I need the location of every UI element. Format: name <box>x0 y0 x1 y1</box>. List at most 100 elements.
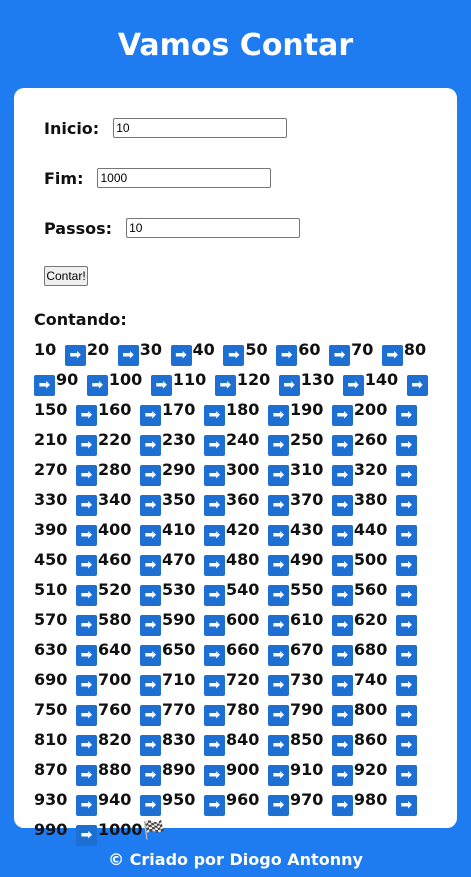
fim-input[interactable] <box>97 168 272 188</box>
arrow-right-icon: ➡ <box>75 525 97 546</box>
footer-credit: © Criado por Diogo Antonny <box>108 850 363 869</box>
count-value: 890 <box>161 760 196 779</box>
count-value: 30 <box>139 340 162 359</box>
arrow-right-icon: ➡ <box>381 345 403 366</box>
count-value: 90 <box>56 370 79 389</box>
arrow-right-icon: ➡ <box>331 645 353 666</box>
count-value: 320 <box>353 460 388 479</box>
arrow-right-icon: ➡ <box>395 795 417 816</box>
arrow-right-icon: ➡ <box>203 615 225 636</box>
arrow-right-icon: ➡ <box>139 435 161 456</box>
arrow-right-icon: ➡ <box>203 495 225 516</box>
arrow-right-icon: ➡ <box>395 495 417 516</box>
count-value: 580 <box>97 610 132 629</box>
count-value: 100 <box>108 370 143 389</box>
arrow-right-icon: ➡ <box>170 345 192 366</box>
arrow-right-icon: ➡ <box>203 465 225 486</box>
arrow-right-icon: ➡ <box>329 345 351 366</box>
count-value: 380 <box>353 490 388 509</box>
count-value: 360 <box>225 490 260 509</box>
count-value: 870 <box>34 760 68 779</box>
arrow-right-icon: ➡ <box>75 705 97 726</box>
arrow-right-icon: ➡ <box>139 705 161 726</box>
count-value: 550 <box>289 580 324 599</box>
arrow-right-icon: ➡ <box>214 375 236 396</box>
contar-button[interactable]: Contar! <box>44 266 88 286</box>
arrow-right-icon: ➡ <box>75 585 97 606</box>
arrow-right-icon: ➡ <box>331 555 353 576</box>
count-value: 720 <box>225 670 260 689</box>
arrow-right-icon: ➡ <box>267 585 289 606</box>
count-value: 930 <box>34 790 68 809</box>
count-value: 570 <box>34 610 68 629</box>
arrow-right-icon: ➡ <box>331 795 353 816</box>
arrow-right-icon: ➡ <box>75 795 97 816</box>
arrow-right-icon: ➡ <box>395 675 417 696</box>
count-value: 860 <box>353 730 388 749</box>
count-value: 480 <box>225 550 260 569</box>
arrow-right-icon: ➡ <box>267 495 289 516</box>
count-value: 990 <box>34 820 68 839</box>
arrow-right-icon: ➡ <box>203 555 225 576</box>
count-value: 690 <box>34 670 68 689</box>
count-value: 540 <box>225 580 260 599</box>
arrow-right-icon: ➡ <box>75 495 97 516</box>
arrow-right-icon: ➡ <box>331 465 353 486</box>
arrow-right-icon: ➡ <box>342 375 364 396</box>
count-value: 560 <box>353 580 388 599</box>
arrow-right-icon: ➡ <box>331 735 353 756</box>
count-value: 940 <box>97 790 132 809</box>
count-value: 300 <box>225 460 260 479</box>
arrow-right-icon: ➡ <box>395 645 417 666</box>
fim-label: Fim: <box>44 168 84 188</box>
arrow-right-icon: ➡ <box>203 525 225 546</box>
arrow-right-icon: ➡ <box>75 435 97 456</box>
arrow-right-icon: ➡ <box>406 375 428 396</box>
arrow-right-icon: ➡ <box>267 435 289 456</box>
inicio-input[interactable] <box>113 118 288 138</box>
count-value: 370 <box>289 490 324 509</box>
count-value: 600 <box>225 610 260 629</box>
arrow-right-icon: ➡ <box>267 735 289 756</box>
arrow-right-icon: ➡ <box>223 345 245 366</box>
arrow-right-icon: ➡ <box>75 675 97 696</box>
arrow-right-icon: ➡ <box>117 345 139 366</box>
count-value: 590 <box>161 610 196 629</box>
result-title: Contando: <box>34 310 127 329</box>
count-value: 910 <box>289 760 324 779</box>
arrow-right-icon: ➡ <box>75 765 97 786</box>
count-value: 350 <box>161 490 196 509</box>
count-value: 800 <box>353 700 388 719</box>
count-value: 140 <box>364 370 399 389</box>
count-value: 490 <box>289 550 324 569</box>
arrow-right-icon: ➡ <box>203 675 225 696</box>
count-value: 670 <box>289 640 324 659</box>
arrow-right-icon: ➡ <box>276 345 298 366</box>
arrow-right-icon: ➡ <box>139 555 161 576</box>
arrow-right-icon: ➡ <box>395 735 417 756</box>
count-value: 780 <box>225 700 260 719</box>
arrow-right-icon: ➡ <box>267 405 289 426</box>
arrow-right-icon: ➡ <box>203 405 225 426</box>
passos-input[interactable] <box>126 218 301 238</box>
arrow-right-icon: ➡ <box>267 615 289 636</box>
arrow-right-icon: ➡ <box>34 375 55 396</box>
arrow-right-icon: ➡ <box>139 495 161 516</box>
count-value: 50 <box>245 340 268 359</box>
count-value: 190 <box>289 400 324 419</box>
count-value: 180 <box>225 400 260 419</box>
arrow-right-icon: ➡ <box>395 405 417 426</box>
arrow-right-icon: ➡ <box>331 525 353 546</box>
count-value: 210 <box>34 430 68 449</box>
count-value: 240 <box>225 430 260 449</box>
fim-row: Fim: <box>44 168 272 188</box>
count-value: 920 <box>353 760 388 779</box>
count-value: 110 <box>172 370 207 389</box>
page-title: Vamos Contar <box>117 28 354 63</box>
arrow-right-icon: ➡ <box>203 435 225 456</box>
main-card: Inicio: Fim: Passos: Contar! Contando: 1… <box>14 88 457 846</box>
count-value: 220 <box>97 430 132 449</box>
count-value: 60 <box>298 340 321 359</box>
inicio-row: Inicio: <box>44 118 288 138</box>
count-value: 950 <box>161 790 196 809</box>
